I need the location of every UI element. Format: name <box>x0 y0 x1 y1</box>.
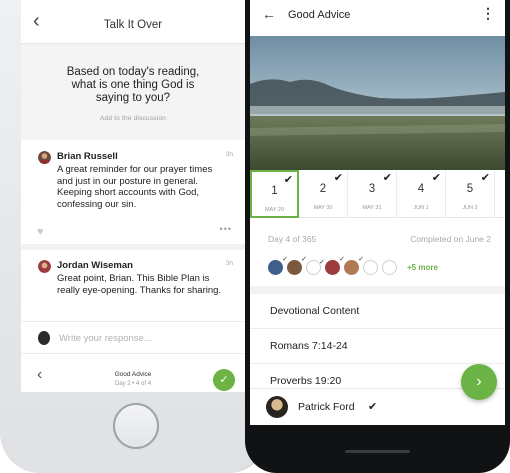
avatar[interactable]: ✓ <box>287 256 307 275</box>
day-date: MAY 30 <box>313 205 333 211</box>
check-icon: ✓ <box>339 255 345 263</box>
plan-status: Day 4 of 365 Completed on June 2 <box>268 234 491 246</box>
arrow-left-icon[interactable]: ← <box>262 6 276 22</box>
plan-progress: Day 2 • 4 of 4 <box>114 381 152 387</box>
avatar[interactable] <box>38 151 51 164</box>
home-button[interactable] <box>113 403 159 449</box>
comment-time: 3h <box>225 151 233 158</box>
check-icon: ✓ <box>282 255 288 263</box>
add-to-discussion-link[interactable]: Add to the discussion <box>21 115 245 122</box>
day-tab[interactable]: ✔ 2 MAY 30 <box>299 170 348 218</box>
plan-hero-image <box>250 36 505 170</box>
list-item[interactable]: Devotional Content <box>250 294 505 329</box>
day-tab[interactable]: ✔ 3 MAY 31 <box>348 170 397 218</box>
android-device: ← Good Advice ⋮ ✔ 1 MAY 29 ✔ 2 MAY 30 ✔ … <box>245 0 510 473</box>
list-item[interactable]: Romans 7:14-24 <box>250 329 505 364</box>
talk-it-over-screen: ‹ Talk It Over Based on today's reading,… <box>21 0 245 392</box>
response-input[interactable] <box>59 330 229 346</box>
comment-text: A great reminder for our prayer times an… <box>57 164 213 210</box>
check-icon: ✔ <box>368 401 378 413</box>
comment: Brian Russell 3h A great reminder for ou… <box>21 140 245 250</box>
avatar[interactable] <box>382 259 397 275</box>
user-name[interactable]: Patrick Ford <box>298 401 355 413</box>
day-progress: Day 4 of 365 <box>268 234 317 244</box>
next-button[interactable]: › <box>461 364 497 400</box>
day-date: JUN 1 <box>413 205 429 211</box>
day-tab[interactable]: ✔ 1 MAY 29 <box>250 170 299 218</box>
day-date: MAY 29 <box>264 207 285 213</box>
day-number: 2 <box>319 183 327 195</box>
avatar[interactable] <box>363 259 378 275</box>
day-date: MAY 31 <box>362 205 382 211</box>
header: ‹ Talk It Over <box>21 0 245 44</box>
completed-date: Completed on June 2 <box>410 234 491 244</box>
more-icon[interactable]: ••• <box>220 224 232 234</box>
avatar[interactable]: ✓ <box>344 256 364 275</box>
avatar[interactable] <box>266 396 288 418</box>
day-date: JUN 2 <box>462 205 478 211</box>
plan-footer: ‹ Good Advice Day 2 • 4 of 4 ✓ <box>21 354 245 392</box>
comment-author[interactable]: Jordan Wiseman <box>57 260 133 271</box>
check-icon: ✓ <box>358 255 364 263</box>
day-selector: ✔ 1 MAY 29 ✔ 2 MAY 30 ✔ 3 MAY 31 ✔ 4 JUN… <box>250 170 505 218</box>
divider <box>250 286 505 294</box>
good-advice-screen: ← Good Advice ⋮ ✔ 1 MAY 29 ✔ 2 MAY 30 ✔ … <box>250 0 505 425</box>
discussion-question: Based on today's reading, what is one th… <box>66 66 200 104</box>
heart-icon[interactable]: ♥ <box>37 226 44 238</box>
avatar[interactable]: ✓ <box>268 256 288 275</box>
chevron-right-icon: › <box>476 373 482 390</box>
nav-bar-handle[interactable] <box>345 450 410 453</box>
day-number: 3 <box>368 183 376 195</box>
day-tab[interactable]: ✔ 4 JUN 1 <box>397 170 446 218</box>
page-title: Talk It Over <box>103 19 163 31</box>
avatar[interactable]: ✓ <box>325 256 345 275</box>
friends-row: ✓ ✓ ✓ ✓ ✓ +5 more <box>268 256 438 277</box>
day-tab[interactable]: ✔ 5 JUN 2 <box>446 170 495 218</box>
day-number: 1 <box>271 185 278 197</box>
comment-text: Great point, Brian. This Bible Plan is r… <box>57 273 222 296</box>
avatar[interactable]: ✓ <box>306 259 325 275</box>
discussion-prompt: Based on today's reading, what is one th… <box>21 44 245 140</box>
day-number: 5 <box>466 183 474 195</box>
plan-name: Good Advice <box>114 371 152 378</box>
check-icon: ✓ <box>301 255 307 263</box>
avatar <box>38 331 50 345</box>
day-number: 4 <box>417 183 425 195</box>
more-vertical-icon[interactable]: ⋮ <box>481 5 495 22</box>
comment: Jordan Wiseman 3h Great point, Brian. Th… <box>21 250 245 322</box>
avatar[interactable] <box>38 260 51 273</box>
response-row <box>21 322 245 354</box>
comment-author[interactable]: Brian Russell <box>57 151 118 162</box>
check-icon[interactable]: ✓ <box>213 369 235 391</box>
page-title: Good Advice <box>288 9 351 21</box>
app-bar: ← Good Advice ⋮ <box>250 0 505 36</box>
comment-time: 3h <box>225 260 233 267</box>
more-friends-link[interactable]: +5 more <box>407 263 438 272</box>
iphone-device: ‹ Talk It Over Based on today's reading,… <box>0 0 268 473</box>
